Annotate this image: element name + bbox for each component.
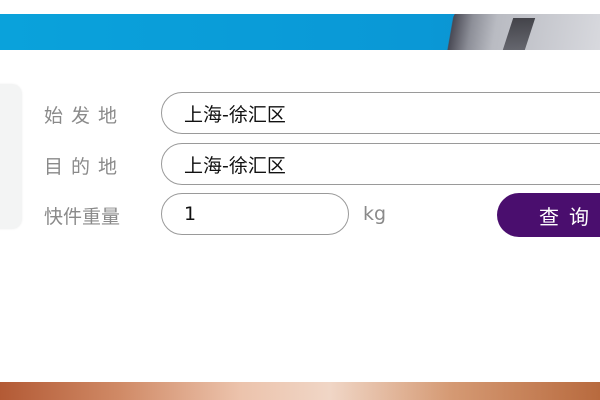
query-button[interactable]: 查询 bbox=[497, 193, 600, 237]
top-banner bbox=[0, 0, 600, 50]
weight-input[interactable]: 1 bbox=[161, 193, 349, 235]
weight-value: 1 bbox=[184, 203, 197, 225]
bottom-banner bbox=[0, 382, 600, 400]
origin-field[interactable]: 上海-徐汇区 bbox=[161, 92, 600, 134]
weight-label: 快件重量 bbox=[44, 206, 121, 228]
side-card bbox=[0, 84, 22, 229]
destination-value: 上海-徐汇区 bbox=[184, 154, 286, 177]
origin-value: 上海-徐汇区 bbox=[184, 103, 286, 126]
weight-unit: kg bbox=[363, 203, 387, 225]
destination-label: 目的地 bbox=[44, 156, 126, 178]
destination-field[interactable]: 上海-徐汇区 bbox=[161, 143, 600, 185]
origin-label: 始发地 bbox=[44, 105, 126, 127]
